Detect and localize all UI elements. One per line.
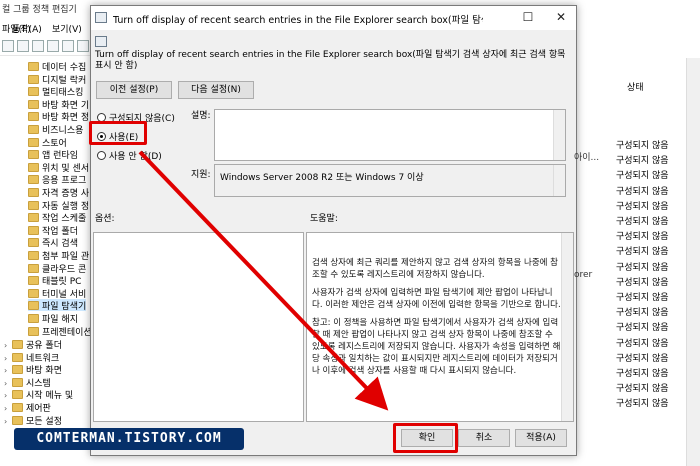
setting-name-fragment[interactable]: orer	[574, 270, 592, 280]
red-arrow-line	[138, 150, 389, 411]
status-cell[interactable]: 구성되지 않음	[616, 320, 669, 333]
status-cell[interactable]: 구성되지 않음	[616, 290, 669, 303]
status-cell[interactable]: 구성되지 않음	[616, 214, 669, 227]
status-cell[interactable]: 구성되지 않음	[616, 229, 669, 242]
status-cell[interactable]: 구성되지 않음	[616, 184, 669, 197]
status-cell[interactable]: 구성되지 않음	[616, 381, 669, 394]
annotation-arrow	[138, 150, 389, 411]
status-cell[interactable]: 구성되지 않음	[616, 244, 669, 257]
status-cell[interactable]: 구성되지 않음	[616, 138, 669, 151]
status-cell[interactable]: 구성되지 않음	[616, 153, 669, 166]
status-cell[interactable]: 구성되지 않음	[616, 199, 669, 212]
status-cell[interactable]: 구성되지 않음	[616, 396, 669, 409]
status-cell[interactable]: 구성되지 않음	[616, 336, 669, 349]
status-cell[interactable]: 구성되지 않음	[616, 275, 669, 288]
setting-name-fragment[interactable]: 아이...	[574, 150, 599, 163]
status-cell[interactable]: 구성되지 않음	[616, 260, 669, 273]
watermark-banner: COMTERMAN.TISTORY.COM	[14, 428, 244, 450]
status-cell[interactable]: 구성되지 않음	[616, 305, 669, 318]
status-cell[interactable]: 구성되지 않음	[616, 366, 669, 379]
status-cell[interactable]: 구성되지 않음	[616, 168, 669, 181]
status-cell[interactable]: 구성되지 않음	[616, 351, 669, 364]
